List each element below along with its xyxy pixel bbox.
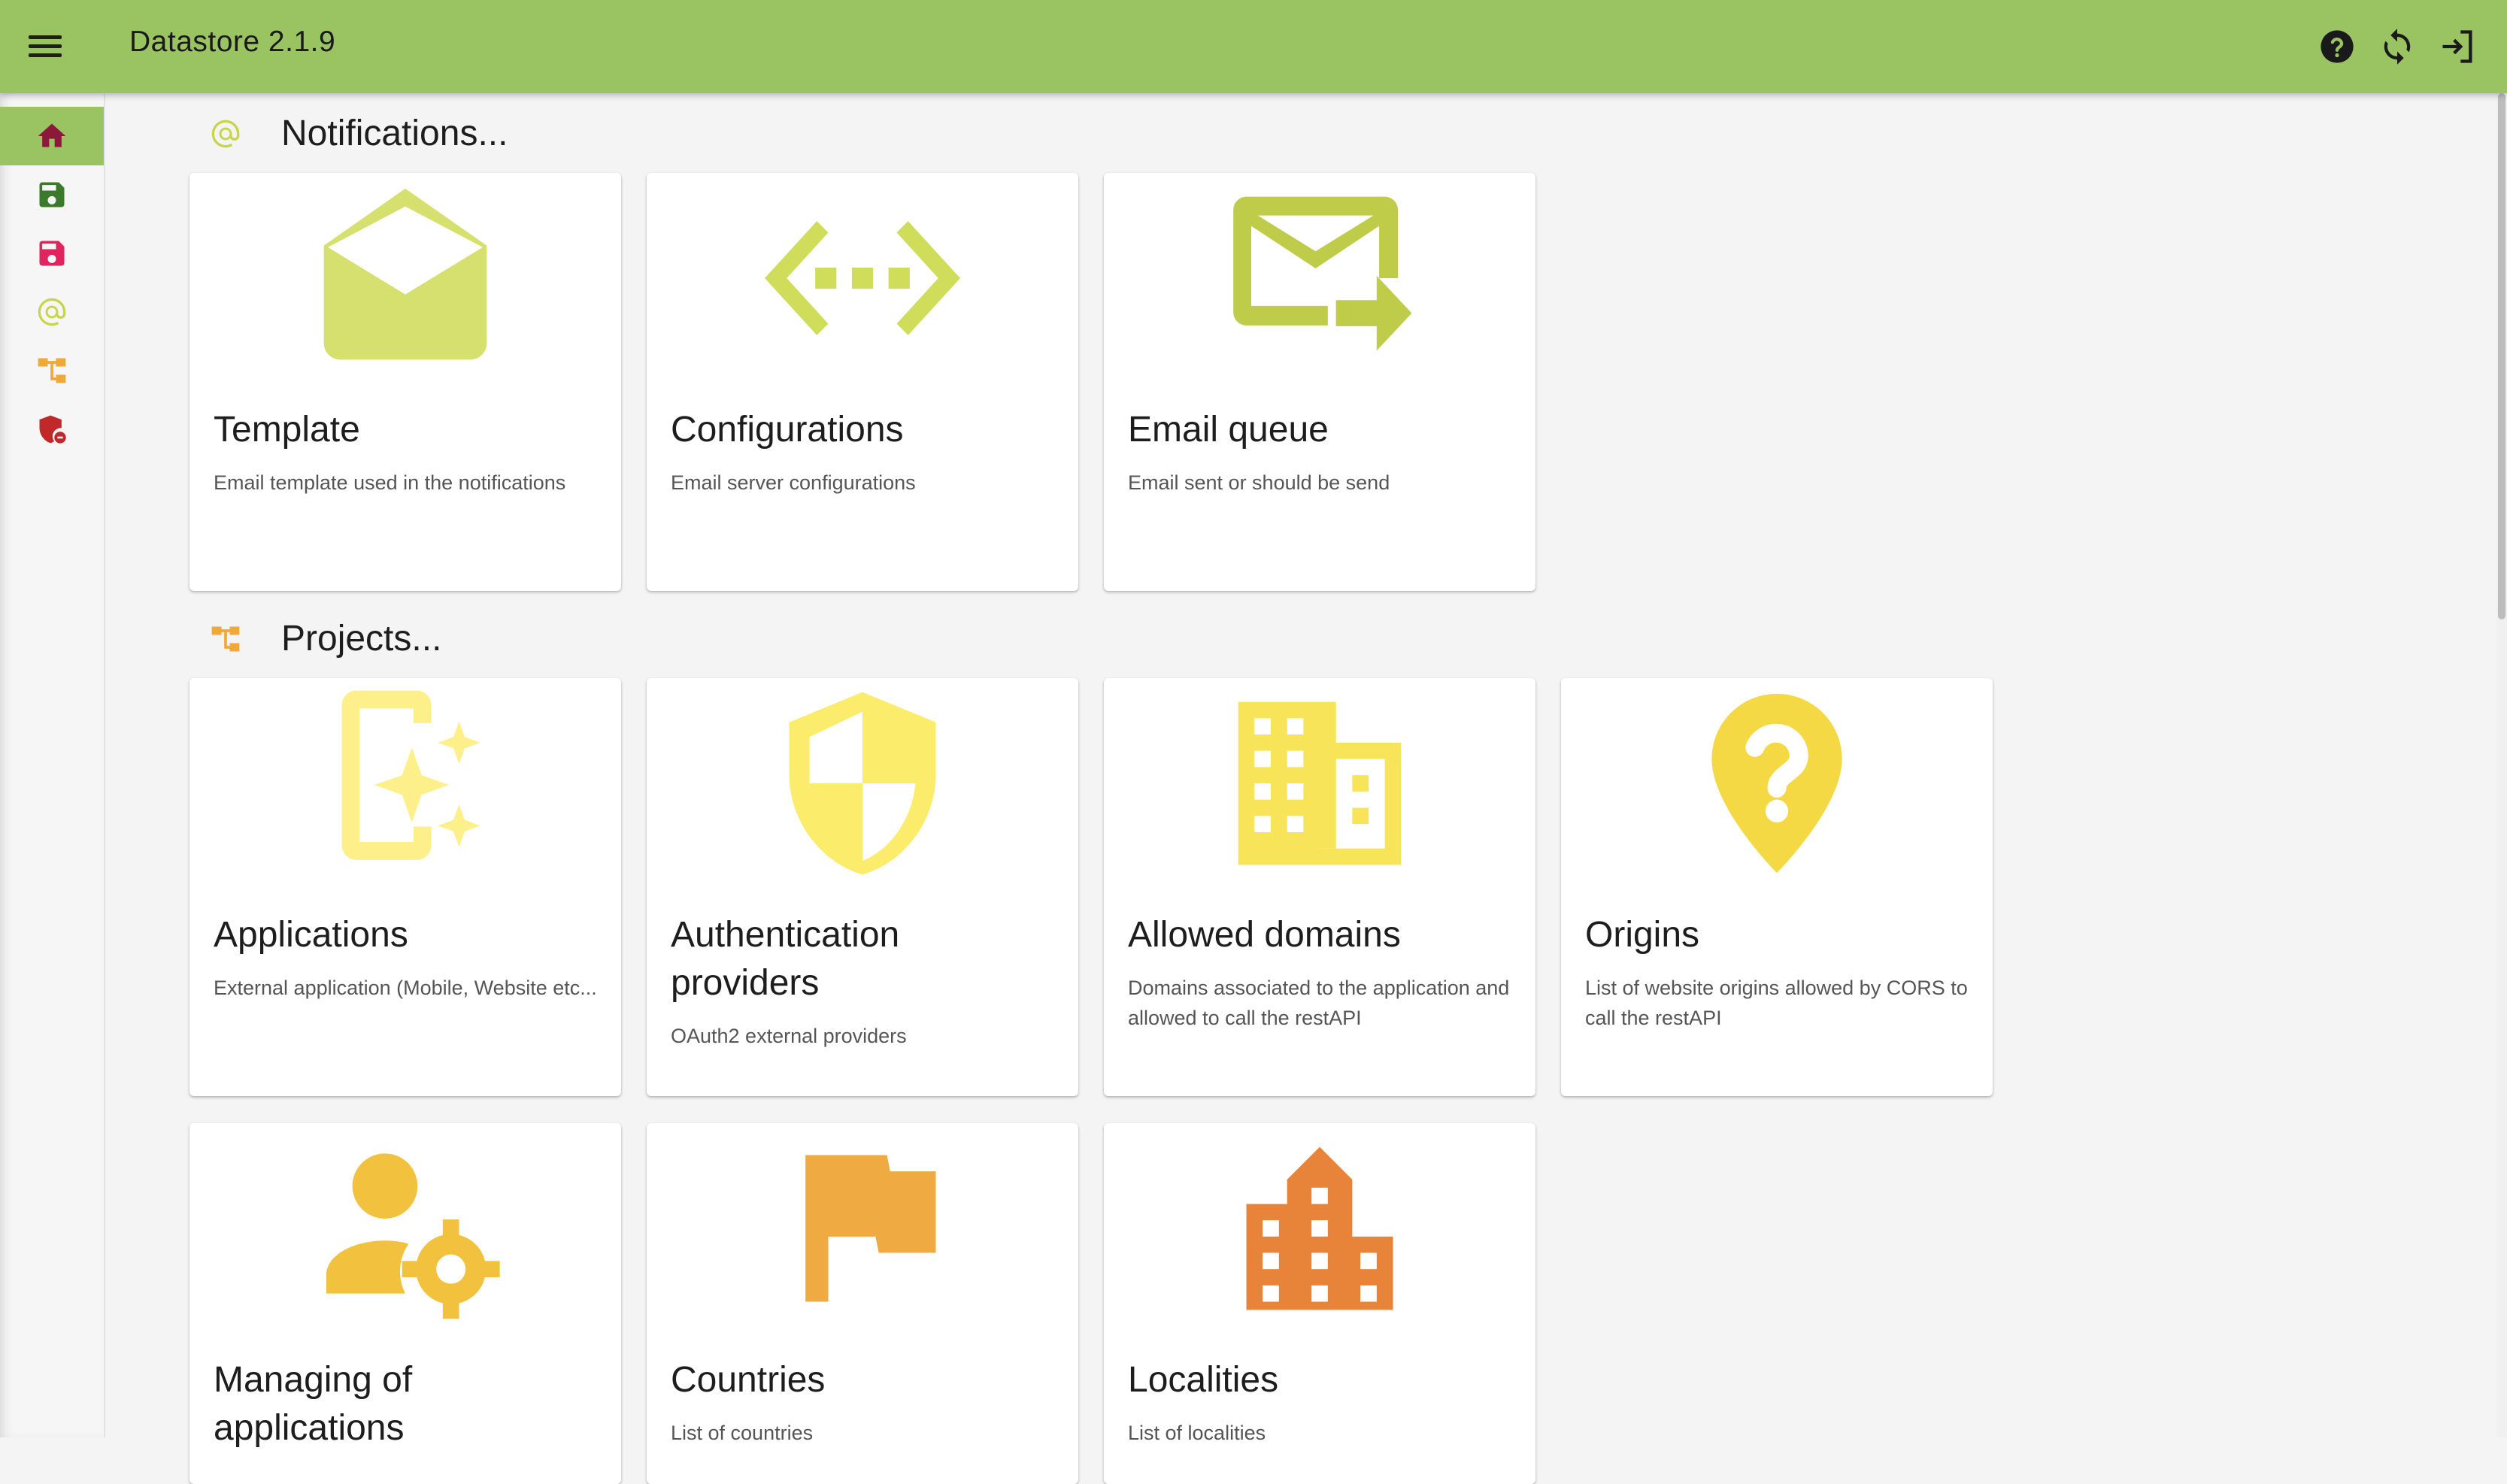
navigation-rail (0, 93, 105, 1437)
nav-home[interactable] (0, 107, 104, 165)
card-title: Configurations (671, 410, 904, 450)
card-authentication-providers[interactable]: Authentication providers OAuth2 external… (647, 678, 1078, 1096)
settings-ethernet-icon (765, 221, 960, 335)
card-origins[interactable]: Origins List of website origins allowed … (1561, 678, 1993, 1096)
app-sparkle-icon (341, 690, 480, 860)
card-description: OAuth2 external providers (671, 1025, 907, 1047)
card-description: List of countries (671, 1422, 814, 1444)
card-applications[interactable]: Applications External application (Mobil… (189, 678, 621, 1096)
scrollbar-thumb[interactable] (2498, 93, 2505, 619)
card-title: Allowed domains (1128, 915, 1401, 955)
shield-icon (789, 692, 936, 875)
manage-accounts-icon (326, 1153, 500, 1319)
card-title: Managing of applications (214, 1360, 413, 1448)
card-configurations[interactable]: Configurations Email server configuratio… (647, 173, 1078, 591)
card-description: Email template used in the notifications (214, 471, 566, 494)
save-icon (39, 182, 65, 207)
card-description: Email sent or should be send (1128, 471, 1390, 494)
nav-save-red[interactable] (0, 224, 104, 283)
card-description: List of localities (1128, 1422, 1266, 1444)
location-city-icon (1246, 1146, 1393, 1310)
card-description: External application (Mobile, Website et… (214, 977, 597, 999)
top-actions (2318, 27, 2477, 66)
card-managing-of-applications[interactable]: Managing of applications (189, 1123, 621, 1484)
sync-icon[interactable] (2378, 27, 2417, 66)
section-header-notifications: Notifications... (209, 113, 508, 154)
card-description: Email server configurations (671, 471, 916, 494)
location-question-icon (1711, 693, 1842, 874)
card-template[interactable]: Template Email template used in the noti… (189, 173, 621, 591)
at-icon (38, 298, 66, 326)
menu-icon[interactable] (27, 30, 63, 63)
nav-notifications[interactable] (0, 283, 104, 341)
nav-projects[interactable] (0, 341, 104, 400)
app-title: Datastore 2.1.9 (129, 26, 336, 58)
help-icon[interactable] (2318, 27, 2357, 66)
drafts-icon (323, 188, 487, 360)
domain-icon (1238, 701, 1402, 865)
card-description: List of website origins allowed by CORS … (1585, 977, 1968, 1029)
card-title: Applications (214, 915, 408, 955)
project-tree-icon (211, 626, 240, 651)
project-tree-icon (38, 358, 66, 383)
home-icon (38, 123, 66, 147)
save-icon (39, 241, 65, 266)
card-title: Localities (1128, 1360, 1279, 1400)
logout-icon[interactable] (2438, 27, 2477, 66)
at-icon (211, 120, 240, 147)
forward-mail-icon (1233, 196, 1412, 351)
card-title: Countries (671, 1360, 826, 1400)
card-title: Authentication providers (671, 915, 900, 1003)
security-shield-icon (39, 415, 66, 444)
flag-icon (805, 1155, 936, 1302)
card-title: Origins (1585, 915, 1700, 955)
card-title: Email queue (1128, 410, 1329, 450)
top-app-bar: Datastore 2.1.9 (0, 0, 2507, 93)
section-title: Projects... (281, 619, 442, 659)
card-countries[interactable]: Countries List of countries (647, 1123, 1078, 1484)
nav-security[interactable] (0, 400, 104, 459)
card-allowed-domains[interactable]: Allowed domains Domains associated to th… (1104, 678, 1535, 1096)
card-localities[interactable]: Localities List of localities (1104, 1123, 1535, 1484)
card-title: Template (214, 410, 360, 450)
main-content: Notifications... Template Email template… (104, 93, 2465, 1484)
card-description: Domains associated to the application an… (1128, 977, 1510, 1029)
section-header-projects: Projects... (209, 618, 441, 659)
section-title: Notifications... (281, 114, 508, 153)
card-email-queue[interactable]: Email queue Email sent or should be send (1104, 173, 1535, 591)
nav-save-green[interactable] (0, 165, 104, 224)
